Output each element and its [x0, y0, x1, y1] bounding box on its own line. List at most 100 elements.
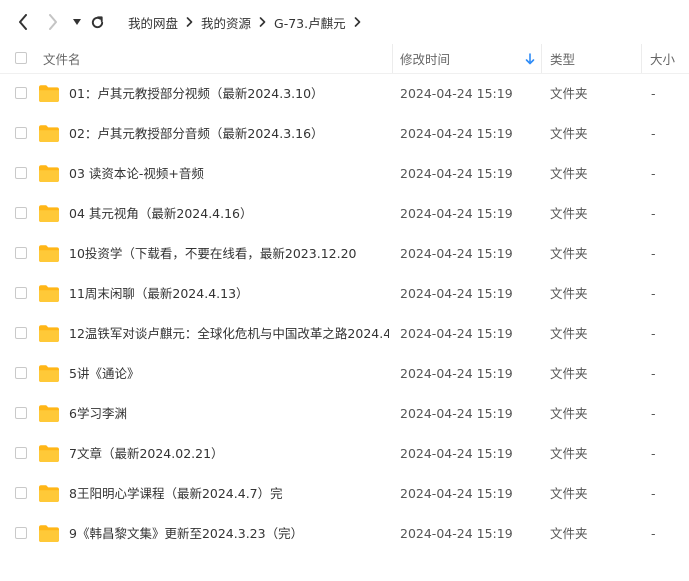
breadcrumb-item-current-folder[interactable]: G-73.卢麒元	[274, 13, 346, 32]
file-modified-time: 2024-04-24 15:19	[400, 366, 513, 381]
folder-icon	[39, 205, 59, 222]
column-header-name[interactable]: 文件名	[43, 44, 81, 73]
row-checkbox[interactable]	[15, 487, 27, 499]
row-checkbox[interactable]	[15, 407, 27, 419]
file-row[interactable]: 11周末闲聊（最新2024.4.13） 2024-04-24 15:19 文件夹…	[0, 274, 689, 314]
file-row[interactable]: 8王阳明心学课程（最新2024.4.7）完 2024-04-24 15:19 文…	[0, 474, 689, 514]
breadcrumb-item-my-drive[interactable]: 我的网盘	[128, 13, 178, 32]
file-type: 文件夹	[550, 446, 588, 461]
file-modified-time: 2024-04-24 15:19	[400, 526, 513, 541]
file-name[interactable]: 6学习李渊	[69, 394, 127, 434]
file-size: -	[651, 326, 656, 341]
folder-icon	[39, 125, 59, 142]
file-size: -	[651, 126, 656, 141]
row-checkbox[interactable]	[15, 447, 27, 459]
column-divider[interactable]	[541, 44, 542, 73]
file-name[interactable]: 8王阳明心学课程（最新2024.4.7）完	[69, 474, 283, 514]
file-size: -	[651, 286, 656, 301]
file-name[interactable]: 03 读资本论-视频+音频	[69, 154, 204, 194]
chevron-right-icon	[186, 17, 193, 27]
file-type: 文件夹	[550, 486, 588, 501]
row-checkbox[interactable]	[15, 287, 27, 299]
folder-icon	[39, 445, 59, 462]
column-divider[interactable]	[641, 44, 642, 73]
file-size: -	[651, 406, 656, 421]
file-modified-time: 2024-04-24 15:19	[400, 486, 513, 501]
file-size: -	[651, 206, 656, 221]
folder-icon	[39, 325, 59, 342]
navigation-bar: 我的网盘 我的资源 G-73.卢麒元	[0, 0, 689, 44]
file-type: 文件夹	[550, 286, 588, 301]
column-header-type[interactable]: 类型	[550, 44, 575, 73]
back-button[interactable]	[13, 12, 33, 32]
row-checkbox[interactable]	[15, 87, 27, 99]
file-row[interactable]: 04 其元视角（最新2024.4.16） 2024-04-24 15:19 文件…	[0, 194, 689, 234]
file-row[interactable]: 10投资学（下载看，不要在线看，最新2023.12.20 2024-04-24 …	[0, 234, 689, 274]
file-modified-time: 2024-04-24 15:19	[400, 86, 513, 101]
file-row[interactable]: 6学习李渊 2024-04-24 15:19 文件夹 -	[0, 394, 689, 434]
file-modified-time: 2024-04-24 15:19	[400, 206, 513, 221]
chevron-right-icon	[354, 17, 361, 27]
file-name[interactable]: 11周末闲聊（最新2024.4.13）	[69, 274, 249, 314]
file-row[interactable]: 01：卢其元教授部分视频（最新2024.3.10） 2024-04-24 15:…	[0, 74, 689, 114]
file-name[interactable]: 10投资学（下载看，不要在线看，最新2023.12.20	[69, 234, 356, 274]
row-checkbox[interactable]	[15, 167, 27, 179]
file-type: 文件夹	[550, 526, 588, 541]
file-type: 文件夹	[550, 246, 588, 261]
refresh-button[interactable]	[87, 12, 107, 32]
file-name[interactable]: 01：卢其元教授部分视频（最新2024.3.10）	[69, 74, 324, 114]
folder-icon	[39, 85, 59, 102]
file-modified-time: 2024-04-24 15:19	[400, 126, 513, 141]
file-modified-time: 2024-04-24 15:19	[400, 406, 513, 421]
file-row[interactable]: 03 读资本论-视频+音频 2024-04-24 15:19 文件夹 -	[0, 154, 689, 194]
file-list: 01：卢其元教授部分视频（最新2024.3.10） 2024-04-24 15:…	[0, 74, 689, 554]
row-checkbox[interactable]	[15, 327, 27, 339]
file-type: 文件夹	[550, 86, 588, 101]
file-row[interactable]: 9《韩昌黎文集》更新至2024.3.23（完） 2024-04-24 15:19…	[0, 514, 689, 554]
file-row[interactable]: 12温铁军对谈卢麒元：全球化危机与中国改革之路2024.4... 2024-04…	[0, 314, 689, 354]
column-divider[interactable]	[392, 44, 393, 73]
file-name[interactable]: 5讲《通论》	[69, 354, 139, 394]
breadcrumb-item-my-resources[interactable]: 我的资源	[201, 13, 251, 32]
forward-button[interactable]	[43, 12, 63, 32]
caret-down-icon	[73, 19, 81, 25]
folder-icon	[39, 285, 59, 302]
file-name[interactable]: 02：卢其元教授部分音频（最新2024.3.16）	[69, 114, 324, 154]
file-row[interactable]: 7文章（最新2024.02.21） 2024-04-24 15:19 文件夹 -	[0, 434, 689, 474]
file-type: 文件夹	[550, 206, 588, 221]
file-name[interactable]: 9《韩昌黎文集》更新至2024.3.23（完）	[69, 514, 303, 554]
file-size: -	[651, 526, 656, 541]
select-all-checkbox[interactable]	[15, 52, 27, 64]
file-size: -	[651, 486, 656, 501]
row-checkbox[interactable]	[15, 207, 27, 219]
file-size: -	[651, 366, 656, 381]
folder-icon	[39, 405, 59, 422]
file-row[interactable]: 02：卢其元教授部分音频（最新2024.3.16） 2024-04-24 15:…	[0, 114, 689, 154]
chevron-left-icon	[19, 14, 27, 30]
file-name[interactable]: 7文章（最新2024.02.21）	[69, 434, 224, 474]
file-modified-time: 2024-04-24 15:19	[400, 166, 513, 181]
row-checkbox[interactable]	[15, 367, 27, 379]
file-size: -	[651, 86, 656, 101]
file-size: -	[651, 446, 656, 461]
file-modified-time: 2024-04-24 15:19	[400, 246, 513, 261]
breadcrumb: 我的网盘 我的资源 G-73.卢麒元	[128, 0, 369, 44]
row-checkbox[interactable]	[15, 127, 27, 139]
row-checkbox[interactable]	[15, 527, 27, 539]
file-type: 文件夹	[550, 366, 588, 381]
sort-arrow-down-icon[interactable]	[525, 44, 535, 73]
file-name[interactable]: 12温铁军对谈卢麒元：全球化危机与中国改革之路2024.4...	[69, 314, 389, 354]
file-name[interactable]: 04 其元视角（最新2024.4.16）	[69, 194, 253, 234]
history-dropdown-button[interactable]	[67, 12, 87, 32]
column-header-size[interactable]: 大小	[650, 44, 675, 73]
column-header-modified[interactable]: 修改时间	[400, 44, 450, 73]
file-modified-time: 2024-04-24 15:19	[400, 286, 513, 301]
folder-icon	[39, 485, 59, 502]
file-modified-time: 2024-04-24 15:19	[400, 446, 513, 461]
folder-icon	[39, 525, 59, 542]
row-checkbox[interactable]	[15, 247, 27, 259]
file-type: 文件夹	[550, 326, 588, 341]
file-size: -	[651, 166, 656, 181]
folder-icon	[39, 245, 59, 262]
file-row[interactable]: 5讲《通论》 2024-04-24 15:19 文件夹 -	[0, 354, 689, 394]
